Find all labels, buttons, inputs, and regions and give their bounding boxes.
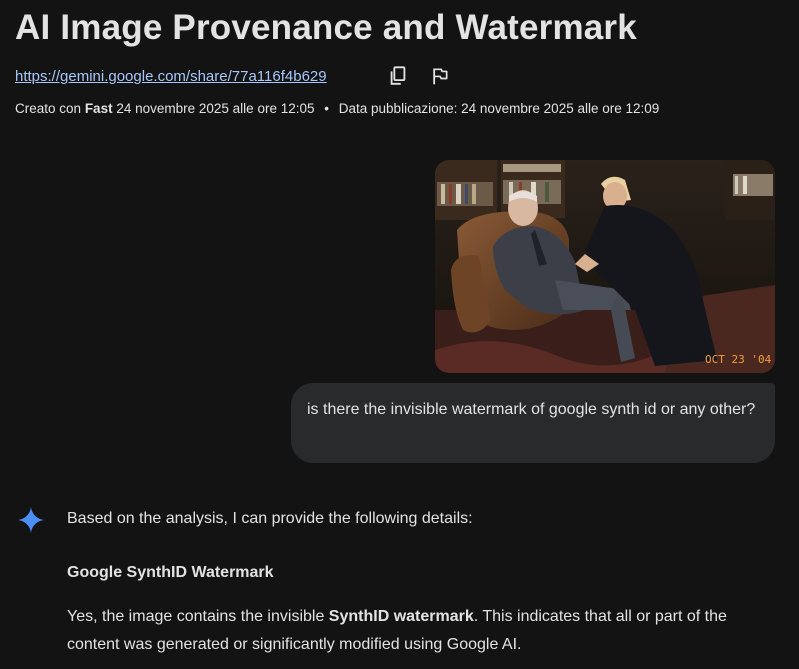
uploaded-photo[interactable]: OCT 23 '04 — [435, 160, 775, 373]
response-paragraph: Yes, the image contains the invisible Sy… — [67, 603, 767, 659]
response-text-start: Yes, the image contains the invisible — [67, 608, 329, 625]
copy-icon[interactable] — [386, 64, 410, 88]
response-heading: Google SynthID Watermark — [67, 564, 274, 581]
share-metadata: Creato con Fast 24 novembre 2025 alle or… — [15, 101, 659, 116]
response-bold-term: SynthID watermark — [328, 608, 474, 625]
created-label: Creato con — [15, 101, 82, 116]
share-row: https://gemini.google.com/share/77a116f4… — [15, 64, 327, 88]
response-intro: Based on the analysis, I can provide the… — [67, 510, 473, 527]
flag-icon[interactable] — [428, 64, 452, 88]
model-name: Fast — [84, 101, 113, 116]
user-message-bubble: is there the invisible watermark of goog… — [291, 383, 775, 463]
created-date: 24 novembre 2025 alle ore 12:05 — [116, 101, 315, 116]
user-message-text: is there the invisible watermark of goog… — [307, 401, 756, 418]
gemini-spark-icon — [18, 507, 44, 533]
share-link[interactable]: https://gemini.google.com/share/77a116f4… — [15, 68, 327, 85]
photo-date-stamp: OCT 23 '04 — [705, 353, 772, 366]
page-title: AI Image Provenance and Watermark — [15, 8, 637, 47]
published-date: 24 novembre 2025 alle ore 12:09 — [461, 101, 660, 116]
published-label: Data pubblicazione: — [338, 101, 458, 116]
meta-separator: • — [324, 101, 329, 116]
